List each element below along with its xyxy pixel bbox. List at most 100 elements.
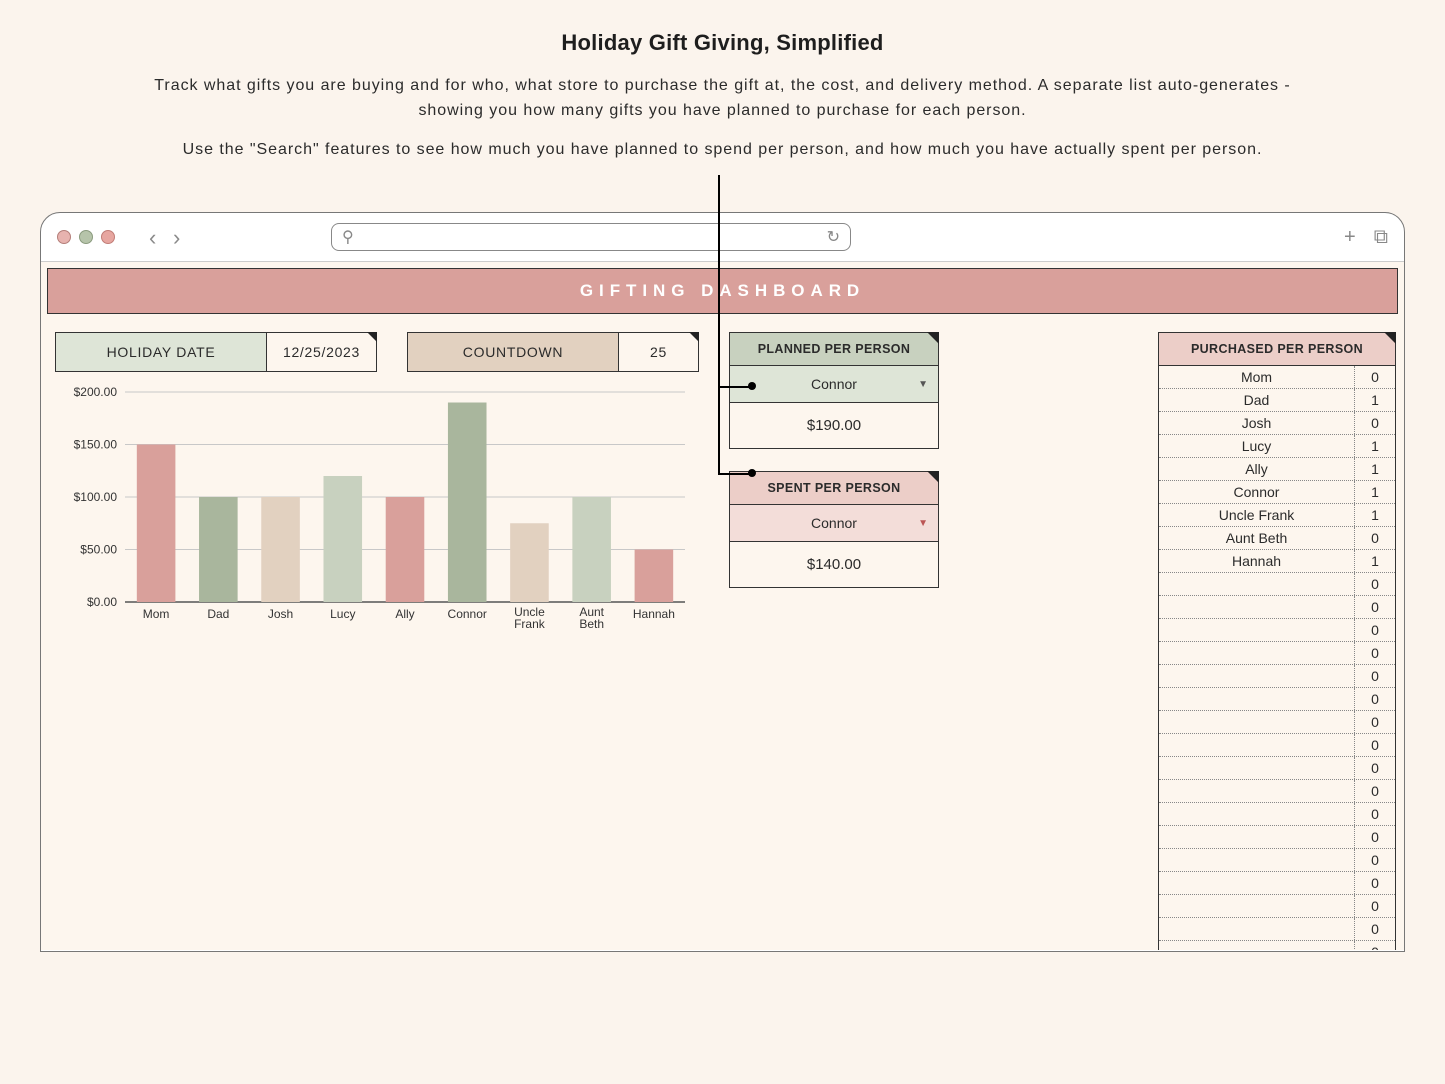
chart-bar <box>137 445 176 603</box>
svg-text:$0.00: $0.00 <box>87 595 117 609</box>
purchased-count: 1 <box>1355 435 1395 457</box>
browser-chrome: ‹ › ⚲ ↻ + ⧉ <box>41 213 1404 262</box>
purchased-row: 0 <box>1159 895 1395 918</box>
purchased-count: 0 <box>1355 918 1395 940</box>
chart-bar <box>261 497 300 602</box>
chart-bar <box>448 403 487 603</box>
nav-forward-button[interactable]: › <box>167 230 181 244</box>
purchased-name <box>1159 688 1355 710</box>
purchased-name <box>1159 941 1355 950</box>
purchased-row: 0 <box>1159 734 1395 757</box>
reload-icon[interactable]: ↻ <box>827 227 840 247</box>
svg-text:$150.00: $150.00 <box>74 438 118 452</box>
purchased-row: 0 <box>1159 803 1395 826</box>
purchased-name <box>1159 895 1355 917</box>
purchased-count: 0 <box>1355 734 1395 756</box>
purchased-row: 0 <box>1159 826 1395 849</box>
purchased-name <box>1159 757 1355 779</box>
purchased-name: Mom <box>1159 366 1355 388</box>
purchased-count: 0 <box>1355 780 1395 802</box>
planned-label: PLANNED PER PERSON <box>730 333 938 365</box>
search-icon: ⚲ <box>342 227 354 247</box>
svg-text:$200.00: $200.00 <box>74 385 118 399</box>
purchased-row: Ally1 <box>1159 458 1395 481</box>
minimize-icon[interactable] <box>79 230 93 244</box>
purchased-name: Uncle Frank <box>1159 504 1355 526</box>
hero-paragraph-2: Use the "Search" features to see how muc… <box>123 138 1323 163</box>
corner-triangle-icon <box>927 471 939 483</box>
purchased-count: 0 <box>1355 688 1395 710</box>
countdown-value: 25 <box>618 333 698 371</box>
purchased-count: 0 <box>1355 596 1395 618</box>
annotation-line-h1 <box>718 386 752 388</box>
svg-text:$100.00: $100.00 <box>74 490 118 504</box>
holiday-date-label: HOLIDAY DATE <box>56 333 266 371</box>
spent-person-select[interactable]: Connor ▼ <box>730 504 938 541</box>
purchased-name <box>1159 711 1355 733</box>
purchased-count: 0 <box>1355 527 1395 549</box>
annotation-line-vertical <box>718 175 720 473</box>
purchased-row: 0 <box>1159 780 1395 803</box>
svg-text:Dad: Dad <box>207 607 229 621</box>
purchased-label: PURCHASED PER PERSON <box>1159 333 1395 366</box>
maximize-icon[interactable] <box>101 230 115 244</box>
spent-amount: $140.00 <box>730 541 938 587</box>
purchased-row: 0 <box>1159 619 1395 642</box>
url-bar[interactable]: ⚲ ↻ <box>331 223 851 251</box>
svg-text:Hannah: Hannah <box>633 607 675 621</box>
purchased-name: Aunt Beth <box>1159 527 1355 549</box>
purchased-name <box>1159 619 1355 641</box>
purchased-row: Dad1 <box>1159 389 1395 412</box>
purchased-row: 0 <box>1159 573 1395 596</box>
new-tab-icon[interactable]: + <box>1344 226 1356 249</box>
purchased-row: Uncle Frank1 <box>1159 504 1395 527</box>
purchased-name: Josh <box>1159 412 1355 434</box>
spent-per-person-card: SPENT PER PERSON Connor ▼ $140.00 <box>729 471 939 588</box>
purchased-count: 0 <box>1355 573 1395 595</box>
nav-back-button[interactable]: ‹ <box>143 230 157 244</box>
purchased-count: 0 <box>1355 757 1395 779</box>
tabs-icon[interactable]: ⧉ <box>1374 226 1388 249</box>
purchased-row: 0 <box>1159 665 1395 688</box>
holiday-date-value[interactable]: 12/25/2023 <box>266 333 376 371</box>
purchased-count: 0 <box>1355 366 1395 388</box>
purchased-row: Mom0 <box>1159 366 1395 389</box>
browser-window: ‹ › ⚲ ↻ + ⧉ GIFTING DASHBOARD <box>40 212 1405 952</box>
purchased-count: 0 <box>1355 849 1395 871</box>
purchased-name <box>1159 734 1355 756</box>
chart-bar <box>386 497 425 602</box>
purchased-name <box>1159 803 1355 825</box>
purchased-name <box>1159 849 1355 871</box>
purchased-row: 0 <box>1159 642 1395 665</box>
hero-title: Holiday Gift Giving, Simplified <box>50 30 1395 56</box>
purchased-count: 0 <box>1355 826 1395 848</box>
purchased-name <box>1159 665 1355 687</box>
svg-text:Ally: Ally <box>395 607 414 621</box>
chart-bar <box>572 497 611 602</box>
purchased-row: 0 <box>1159 849 1395 872</box>
spend-bar-chart: $0.00$50.00$100.00$150.00$200.00MomDadJo… <box>55 382 699 652</box>
close-icon[interactable] <box>57 230 71 244</box>
purchased-row: 0 <box>1159 688 1395 711</box>
purchased-count: 0 <box>1355 665 1395 687</box>
svg-text:Connor: Connor <box>448 607 487 621</box>
planned-person-select[interactable]: Connor ▼ <box>730 365 938 402</box>
purchased-name <box>1159 918 1355 940</box>
purchased-name <box>1159 872 1355 894</box>
purchased-row: 0 <box>1159 711 1395 734</box>
purchased-name <box>1159 780 1355 802</box>
purchased-name <box>1159 826 1355 848</box>
svg-text:Mom: Mom <box>143 607 170 621</box>
purchased-count: 0 <box>1355 619 1395 641</box>
purchased-name: Dad <box>1159 389 1355 411</box>
purchased-count: 0 <box>1355 803 1395 825</box>
purchased-row: Hannah1 <box>1159 550 1395 573</box>
purchased-per-person-panel: PURCHASED PER PERSON Mom0Dad1Josh0Lucy1A… <box>1158 332 1396 950</box>
purchased-row: Lucy1 <box>1159 435 1395 458</box>
chart-bar <box>510 524 549 603</box>
purchased-count: 1 <box>1355 550 1395 572</box>
chevron-down-icon: ▼ <box>918 379 928 390</box>
window-controls <box>57 230 115 244</box>
purchased-name <box>1159 642 1355 664</box>
purchased-name: Lucy <box>1159 435 1355 457</box>
